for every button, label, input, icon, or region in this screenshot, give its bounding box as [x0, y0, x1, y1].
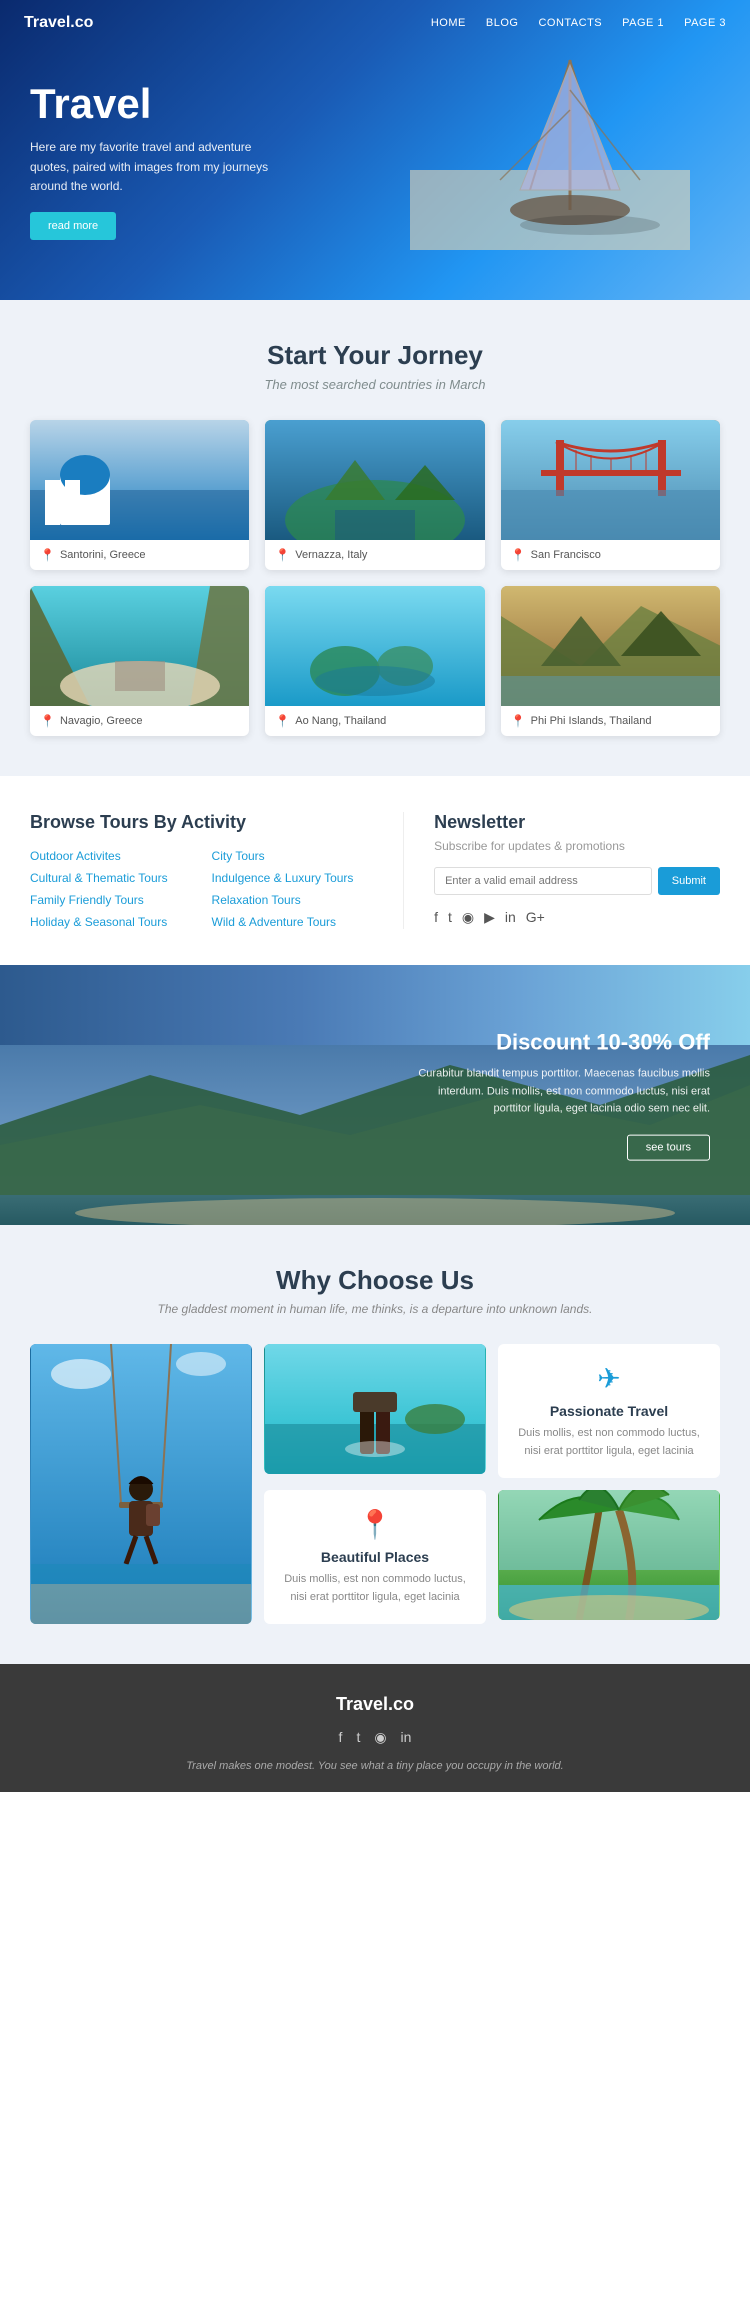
journey-section: Start Your Jorney The most searched coun… [0, 300, 750, 776]
dest-label-navagio: 📍 Navagio, Greece [30, 706, 249, 736]
nav-page3[interactable]: PAGE 3 [684, 17, 726, 29]
linkedin-icon[interactable]: in [505, 909, 516, 926]
why-image-beach [264, 1344, 486, 1474]
social-icons: f t ◉ ▶ in G+ [434, 909, 720, 926]
submit-button[interactable]: Submit [658, 867, 720, 895]
hero-title: Travel [30, 80, 280, 128]
why-section: Why Choose Us The gladdest moment in hum… [0, 1225, 750, 1664]
brand-logo[interactable]: Travel.co [24, 14, 93, 32]
dest-card-navagio[interactable]: 📍 Navagio, Greece [30, 586, 249, 736]
dest-image-santorini [30, 420, 249, 540]
hero-description: Here are my favorite travel and adventur… [30, 138, 280, 196]
browse-luxury[interactable]: Indulgence & Luxury Tours [212, 871, 374, 885]
discount-description: Curabitur blandit tempus porttitor. Maec… [410, 1066, 710, 1119]
passionate-travel-card: ✈ Passionate Travel Duis mollis, est non… [498, 1344, 720, 1478]
browse-city[interactable]: City Tours [212, 849, 374, 863]
pin-icon: 📍 [275, 548, 290, 562]
dest-label-ao-nang: 📍 Ao Nang, Thailand [265, 706, 484, 736]
beautiful-places-card: 📍 Beautiful Places Duis mollis, est non … [264, 1490, 486, 1624]
see-tours-button[interactable]: see tours [627, 1134, 710, 1160]
newsletter-title: Newsletter [434, 812, 720, 833]
pin-icon: 📍 [511, 548, 526, 562]
footer-tagline: Travel makes one modest. You see what a … [30, 1760, 720, 1772]
pin-icon: 📍 [511, 714, 526, 728]
browse-relaxation[interactable]: Relaxation Tours [212, 893, 374, 907]
pin-icon: 📍 [40, 714, 55, 728]
footer-instagram-icon[interactable]: ◉ [374, 1729, 386, 1746]
journey-title: Start Your Jorney [30, 340, 720, 371]
dest-card-phi-phi[interactable]: 📍 Phi Phi Islands, Thailand [501, 586, 720, 736]
nav-blog[interactable]: BLOG [486, 17, 519, 29]
discount-content: Discount 10-30% Off Curabitur blandit te… [410, 1030, 710, 1161]
instagram-icon[interactable]: ◉ [462, 909, 474, 926]
dest-image-navagio [30, 586, 249, 706]
browse-wild[interactable]: Wild & Adventure Tours [212, 915, 374, 929]
browse-tours: Browse Tours By Activity Outdoor Activit… [30, 812, 373, 929]
hero-ship-image [410, 50, 690, 250]
footer-facebook-icon[interactable]: f [339, 1729, 343, 1746]
nav-links: HOME BLOG CONTACTS PAGE 1 PAGE 3 [431, 17, 726, 29]
hero-content: Travel Here are my favorite travel and a… [30, 80, 280, 240]
gplus-icon[interactable]: G+ [526, 909, 545, 926]
browse-columns: Outdoor Activites Cultural & Thematic To… [30, 849, 373, 929]
footer: Travel.co f t ◉ in Travel makes one mode… [0, 1664, 750, 1792]
dest-card-santorini[interactable]: 📍 Santorini, Greece [30, 420, 249, 570]
nav-contacts[interactable]: CONTACTS [538, 17, 602, 29]
twitter-icon[interactable]: t [448, 909, 452, 926]
dest-image-ao-nang [265, 586, 484, 706]
dest-card-ao-nang[interactable]: 📍 Ao Nang, Thailand [265, 586, 484, 736]
browse-col-1: Outdoor Activites Cultural & Thematic To… [30, 849, 192, 929]
youtube-icon[interactable]: ▶ [484, 909, 495, 926]
journey-subtitle: The most searched countries in March [30, 377, 720, 392]
discount-title: Discount 10-30% Off [410, 1030, 710, 1056]
why-grid: ✈ Passionate Travel Duis mollis, est non… [30, 1344, 720, 1624]
why-image-swing [30, 1344, 252, 1624]
email-input[interactable] [434, 867, 652, 895]
browse-holiday[interactable]: Holiday & Seasonal Tours [30, 915, 192, 929]
beautiful-places-desc: Duis mollis, est non commodo luctus, nis… [282, 1571, 468, 1606]
nav-home[interactable]: HOME [431, 17, 466, 29]
browse-cultural[interactable]: Cultural & Thematic Tours [30, 871, 192, 885]
newsletter-form: Submit [434, 867, 720, 895]
passionate-travel-title: Passionate Travel [550, 1403, 668, 1419]
facebook-icon[interactable]: f [434, 909, 438, 926]
dest-card-vernazza[interactable]: 📍 Vernazza, Italy [265, 420, 484, 570]
pin-icon: 📍 [40, 548, 55, 562]
pin-icon: 📍 [275, 714, 290, 728]
dest-label-vernazza: 📍 Vernazza, Italy [265, 540, 484, 570]
dest-image-sf [501, 420, 720, 540]
destinations-grid: 📍 Santorini, Greece 📍 Vernazza, Italy [30, 420, 720, 736]
browse-section: Browse Tours By Activity Outdoor Activit… [0, 776, 750, 965]
dest-label-phi-phi: 📍 Phi Phi Islands, Thailand [501, 706, 720, 736]
footer-brand: Travel.co [30, 1694, 720, 1715]
passionate-travel-desc: Duis mollis, est non commodo luctus, nis… [516, 1425, 702, 1460]
browse-outdoor[interactable]: Outdoor Activites [30, 849, 192, 863]
newsletter-subtitle: Subscribe for updates & promotions [434, 839, 720, 853]
browse-col-2: City Tours Indulgence & Luxury Tours Rel… [212, 849, 374, 929]
navbar: Travel.co HOME BLOG CONTACTS PAGE 1 PAGE… [0, 0, 750, 46]
hero-cta-button[interactable]: read more [30, 212, 116, 240]
why-title: Why Choose Us [30, 1265, 720, 1296]
discount-section: Discount 10-30% Off Curabitur blandit te… [0, 965, 750, 1225]
nav-page1[interactable]: PAGE 1 [622, 17, 664, 29]
footer-linkedin-icon[interactable]: in [401, 1729, 412, 1746]
dest-label-santorini: 📍 Santorini, Greece [30, 540, 249, 570]
why-image-palm [498, 1490, 720, 1620]
newsletter-section: Newsletter Subscribe for updates & promo… [403, 812, 720, 929]
browse-title: Browse Tours By Activity [30, 812, 373, 833]
dest-image-vernazza [265, 420, 484, 540]
why-subtitle: The gladdest moment in human life, me th… [30, 1302, 720, 1316]
footer-twitter-icon[interactable]: t [356, 1729, 360, 1746]
travel-icon: ✈ [597, 1362, 620, 1395]
browse-family[interactable]: Family Friendly Tours [30, 893, 192, 907]
footer-social: f t ◉ in [30, 1729, 720, 1746]
dest-label-sf: 📍 San Francisco [501, 540, 720, 570]
dest-image-phi-phi [501, 586, 720, 706]
beautiful-places-title: Beautiful Places [321, 1549, 429, 1565]
dest-card-sf[interactable]: 📍 San Francisco [501, 420, 720, 570]
places-icon: 📍 [358, 1508, 393, 1541]
